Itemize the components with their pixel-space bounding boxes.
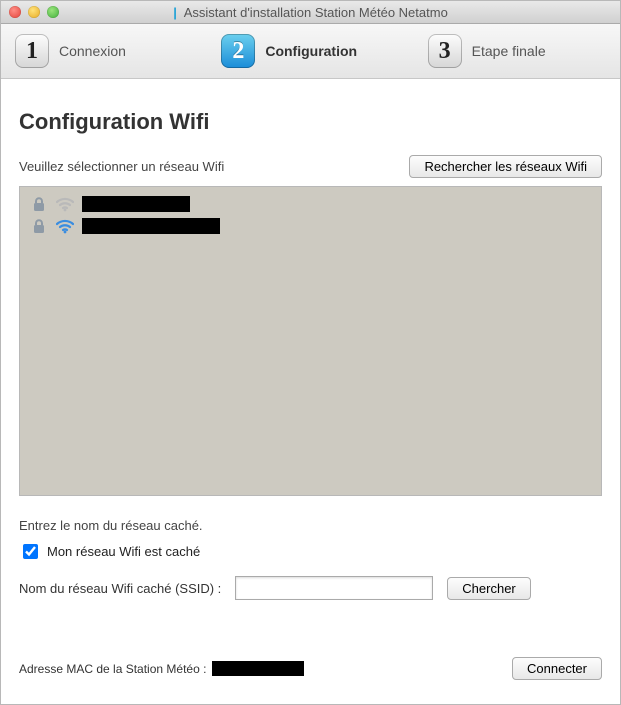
content-area: Configuration Wifi Veuillez sélectionner… bbox=[1, 79, 620, 704]
titlebar: | Assistant d'installation Station Météo… bbox=[1, 1, 620, 24]
wifi-list-item[interactable] bbox=[28, 193, 593, 215]
hidden-network-checkbox-label[interactable]: Mon réseau Wifi est caché bbox=[47, 544, 200, 559]
hidden-network-check-row: Mon réseau Wifi est caché bbox=[19, 541, 602, 562]
wifi-network-list[interactable] bbox=[19, 186, 602, 496]
wifi-icon bbox=[56, 196, 74, 212]
wifi-icon bbox=[56, 218, 74, 234]
hidden-ssid-label: Nom du réseau Wifi caché (SSID) : bbox=[19, 581, 221, 596]
installer-window: | Assistant d'installation Station Météo… bbox=[0, 0, 621, 705]
mac-address-redacted bbox=[212, 661, 304, 676]
hidden-network-checkbox[interactable] bbox=[23, 544, 38, 559]
select-network-row: Veuillez sélectionner un réseau Wifi Rec… bbox=[19, 155, 602, 178]
search-button[interactable]: Chercher bbox=[447, 577, 530, 600]
lock-icon bbox=[30, 218, 48, 234]
lock-icon bbox=[30, 196, 48, 212]
step-configuration[interactable]: 2 Configuration bbox=[207, 34, 413, 68]
wifi-ssid-redacted bbox=[82, 196, 190, 212]
connect-button[interactable]: Connecter bbox=[512, 657, 602, 680]
step-2-badge: 2 bbox=[221, 34, 255, 68]
close-icon[interactable] bbox=[9, 6, 21, 18]
hidden-network-hint: Entrez le nom du réseau caché. bbox=[19, 518, 602, 533]
step-3-badge: 3 bbox=[428, 34, 462, 68]
step-etape-finale[interactable]: 3 Etape finale bbox=[414, 34, 620, 68]
wifi-ssid-redacted bbox=[82, 218, 220, 234]
footer: Adresse MAC de la Station Météo : Connec… bbox=[19, 639, 602, 694]
step-1-label: Connexion bbox=[59, 43, 126, 59]
window-controls bbox=[9, 6, 59, 18]
step-bar: 1 Connexion 2 Configuration 3 Etape fina… bbox=[1, 24, 620, 79]
page-title: Configuration Wifi bbox=[19, 109, 602, 135]
mac-address-row: Adresse MAC de la Station Météo : bbox=[19, 661, 304, 676]
window-title: | Assistant d'installation Station Météo… bbox=[1, 5, 620, 20]
app-mark: | bbox=[173, 5, 177, 20]
step-connexion[interactable]: 1 Connexion bbox=[1, 34, 207, 68]
hidden-ssid-row: Nom du réseau Wifi caché (SSID) : Cherch… bbox=[19, 576, 602, 600]
step-2-label: Configuration bbox=[265, 43, 357, 59]
hidden-ssid-input[interactable] bbox=[235, 576, 433, 600]
mac-address-label: Adresse MAC de la Station Météo : bbox=[19, 662, 206, 676]
wifi-list-item[interactable] bbox=[28, 215, 593, 237]
step-3-label: Etape finale bbox=[472, 43, 546, 59]
rescan-button[interactable]: Rechercher les réseaux Wifi bbox=[409, 155, 602, 178]
window-title-text: Assistant d'installation Station Météo N… bbox=[184, 5, 448, 20]
step-1-badge: 1 bbox=[15, 34, 49, 68]
minimize-icon[interactable] bbox=[28, 6, 40, 18]
zoom-icon[interactable] bbox=[47, 6, 59, 18]
select-network-hint: Veuillez sélectionner un réseau Wifi bbox=[19, 159, 224, 174]
